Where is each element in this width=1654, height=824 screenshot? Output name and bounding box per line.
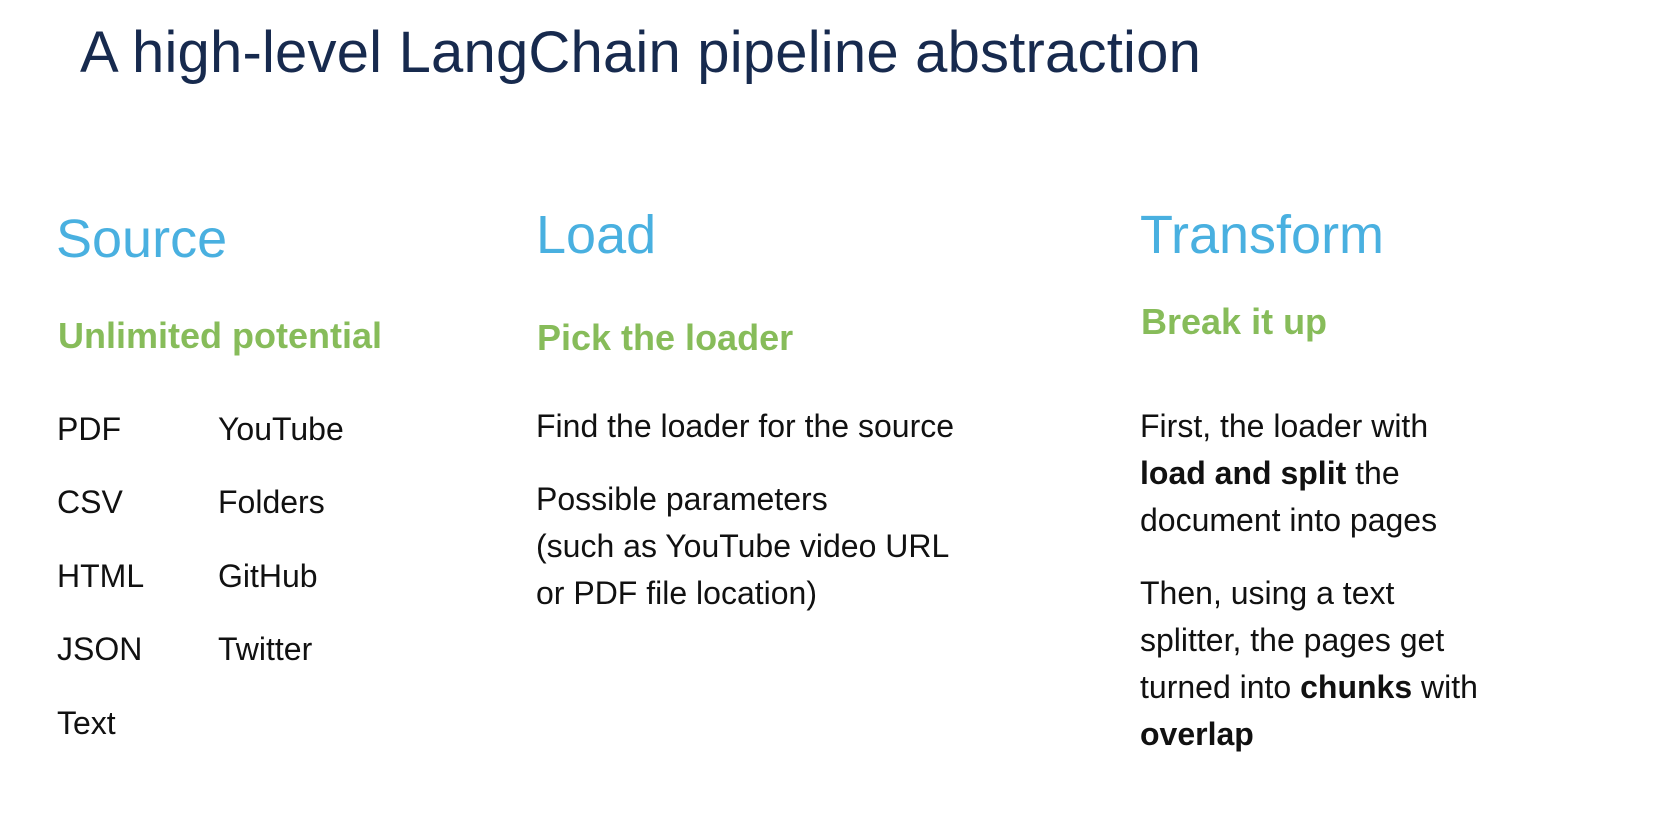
source-item: GitHub bbox=[218, 558, 318, 594]
transform-subheading: Break it up bbox=[1141, 301, 1328, 342]
transform-bold-phrase: overlap bbox=[1140, 716, 1254, 752]
source-item: Folders bbox=[218, 484, 325, 520]
slide-title: A high-level LangChain pipeline abstract… bbox=[80, 20, 1202, 85]
transform-line: turned into bbox=[1140, 669, 1301, 705]
transform-bold-phrase: load and split bbox=[1140, 455, 1347, 491]
load-line: or PDF file location) bbox=[536, 575, 817, 611]
load-line: Possible parameters bbox=[536, 481, 828, 517]
source-item: PDF bbox=[57, 411, 121, 447]
load-line: (such as YouTube video URL bbox=[536, 528, 950, 564]
transform-heading: Transform bbox=[1140, 205, 1385, 265]
source-item: YouTube bbox=[218, 411, 344, 447]
load-paragraph: Possible parameters (such as YouTube vid… bbox=[536, 476, 949, 617]
transform-line: First, the loader with bbox=[1140, 408, 1429, 444]
source-item: Text bbox=[57, 705, 116, 741]
source-item: Twitter bbox=[218, 631, 313, 667]
transform-paragraph: First, the loader with load and split th… bbox=[1140, 403, 1437, 544]
load-subheading: Pick the loader bbox=[537, 317, 794, 358]
source-item: JSON bbox=[57, 631, 143, 667]
source-item: HTML bbox=[57, 558, 145, 594]
transform-line: the bbox=[1346, 455, 1400, 491]
source-subheading: Unlimited potential bbox=[58, 315, 382, 356]
source-heading: Source bbox=[56, 209, 228, 269]
transform-line: with bbox=[1412, 669, 1478, 705]
load-heading: Load bbox=[536, 205, 657, 265]
load-paragraph: Find the loader for the source bbox=[536, 408, 955, 444]
source-item: CSV bbox=[57, 484, 123, 520]
transform-line: document into pages bbox=[1140, 502, 1438, 538]
transform-line: splitter, the pages get bbox=[1140, 622, 1445, 658]
transform-paragraph: Then, using a text splitter, the pages g… bbox=[1140, 570, 1478, 758]
transform-line: Then, using a text bbox=[1140, 575, 1395, 611]
transform-bold-phrase: chunks bbox=[1300, 669, 1413, 705]
